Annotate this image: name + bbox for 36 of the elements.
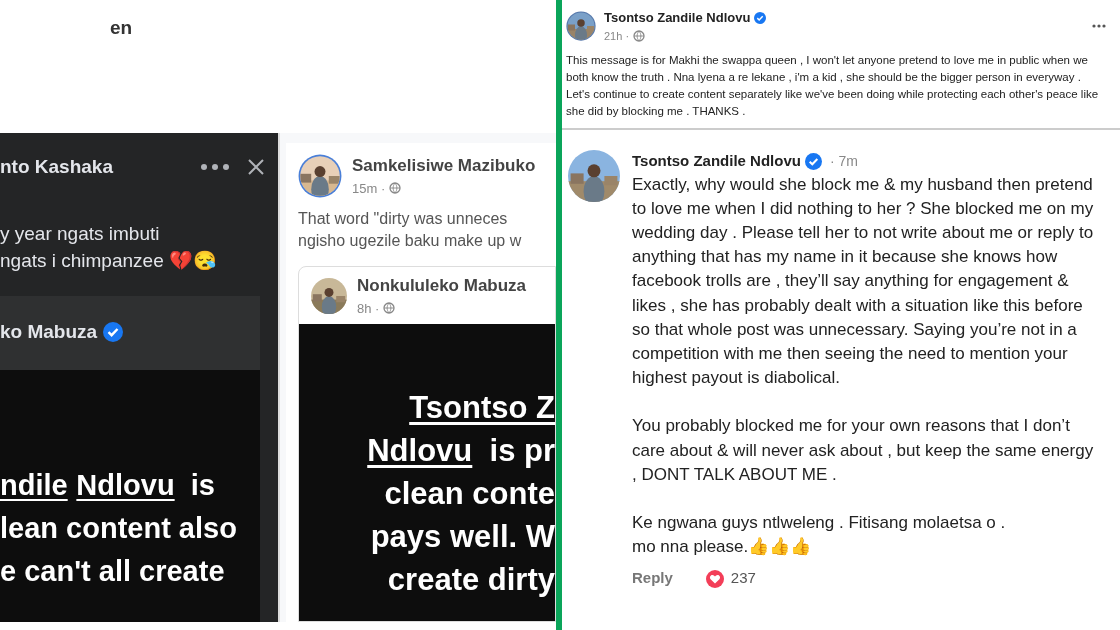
comment-text: You probably blocked me for your own reasons that I don’t care about & will never ask about , but keep the same energy , DONT TALK ABOUT ME . (632, 415, 1095, 486)
post-text: That word "dirty was unneces (298, 209, 509, 229)
post-time: 21h · (604, 28, 630, 44)
story-text: create dirty (386, 561, 555, 599)
globe-icon (633, 29, 646, 42)
title-text: en (110, 17, 133, 38)
author-name: Nonkululeko Mabuza (357, 275, 527, 297)
story-text: lean content also (0, 511, 238, 546)
comment-time: · 7m (829, 151, 858, 171)
post-time: 8h · (357, 299, 380, 318)
author-name: Samkelisiwe Mazibuko (352, 155, 536, 177)
story-text: Tsontso Z (408, 389, 555, 427)
comment-text: Ke ngwana guys ntlweleng . Fitisang molaetsa o . (632, 511, 1007, 534)
story-text: pays well. W (369, 518, 555, 556)
close-icon[interactable] (248, 159, 264, 176)
author-name: Tsontso Zandile Ndlovu (604, 9, 751, 27)
globe-icon (389, 182, 402, 195)
post-text: ngisho ugezile baku make up w (298, 231, 523, 251)
more-icon[interactable] (200, 163, 230, 172)
comment-text: Exactly, why would she block me & my husband then pretend to love me when I did nothing to her ? She blocked me on my wedding day . Please tell her to not write about me or reply to anything that has my name in it because she knows how facebook trolls are , they’ll say anything for engagement & likes , she has probably dealt with a situation like this before so that whole post was unnecessary. Saying you’re not in a competition with me then seeing the need to mention your highest payout is diabolical. (632, 173, 1095, 390)
globe-icon (383, 302, 396, 315)
author-name: nto Kashaka (0, 155, 114, 179)
post-time: 15m · (352, 179, 386, 198)
more-icon[interactable] (1092, 24, 1106, 28)
comment-text: mo nna please.👍👍👍 (632, 536, 813, 559)
story-text: clean conte (383, 475, 555, 513)
author-name: Tsontso Zandile Ndlovu (632, 151, 801, 171)
comment-text: ngats i chimpanzee 💔😪 (0, 248, 218, 273)
comment-text: y year ngats imbuti (0, 221, 161, 246)
story-text: Ndlovu is pr (366, 432, 555, 470)
reply-link[interactable]: Reply (632, 567, 673, 590)
story-text: e can't all create (0, 554, 226, 589)
story-text: ndile Ndlovu is (0, 468, 216, 503)
author-name: ko Mabuza (0, 319, 98, 344)
post-text: This message is for Makhi the swappa queen , I won't let anyone pretend to love me in public when we both know the truth . Nna lyena a re lekane , i'm a kid , she should be the bigger person in everyway . Let's continue to create content separately like we've been doing while protecting each other's peace like she did by blocking me . THANKS . (566, 53, 1100, 119)
reaction-count: 237 (730, 568, 756, 589)
